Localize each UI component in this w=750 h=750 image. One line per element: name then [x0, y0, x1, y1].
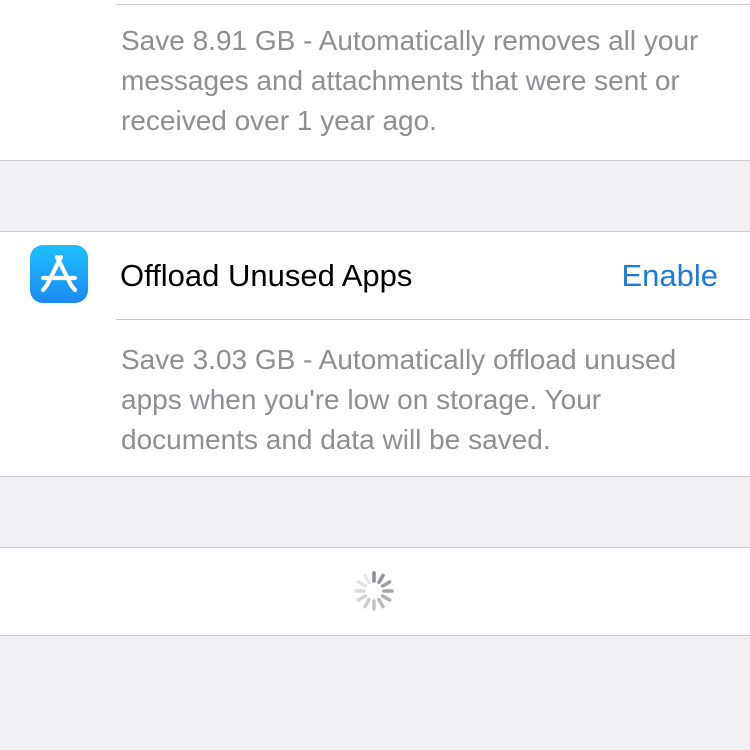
offload-unused-apps-card: Offload Unused Apps Enable Save 3.03 GB …	[0, 231, 750, 477]
offload-unused-apps-title: Offload Unused Apps	[120, 258, 413, 293]
auto-delete-messages-description: Save 8.91 GB - Automatically removes all…	[121, 25, 699, 136]
auto-delete-messages-card: Save 8.91 GB - Automatically removes all…	[0, 0, 750, 161]
offload-unused-apps-row[interactable]: Offload Unused Apps Enable	[0, 232, 750, 320]
activity-spinner-icon	[354, 571, 394, 611]
storage-recommendations-screen: Save 8.91 GB - Automatically removes all…	[0, 0, 750, 750]
divider	[116, 319, 750, 320]
enable-button[interactable]: Enable	[621, 256, 718, 296]
app-store-icon	[30, 245, 88, 303]
offload-unused-apps-description: Save 3.03 GB - Automatically offload unu…	[121, 344, 677, 455]
divider	[116, 4, 750, 5]
